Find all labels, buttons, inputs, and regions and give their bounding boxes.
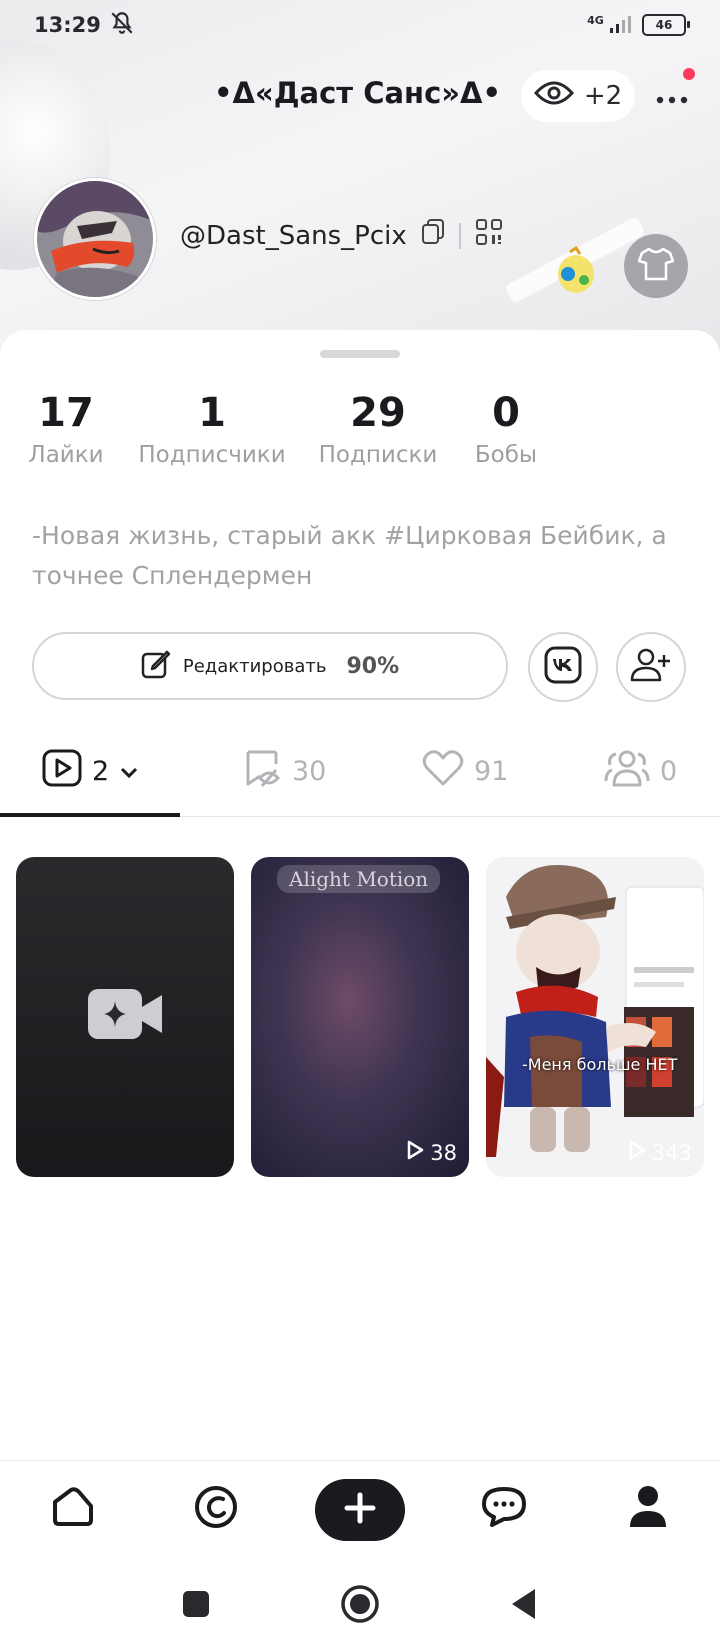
copy-icon[interactable]	[421, 219, 445, 252]
video-thumbnail	[486, 865, 704, 1157]
profile-nickname: •Δ«Даст Санс»Δ•	[214, 76, 501, 110]
more-dots-icon	[656, 89, 688, 108]
nav-messages[interactable]	[474, 1479, 534, 1539]
profile-top-bar: •Δ«Даст Санс»Δ• +2	[0, 66, 720, 126]
back-triangle-icon	[509, 1587, 539, 1625]
stat-followers[interactable]: 1 Подписчики	[138, 390, 285, 468]
play-count-value: 343	[651, 1140, 692, 1165]
tab-count: 0	[660, 755, 678, 787]
add-user-icon	[630, 647, 672, 687]
profile-handle: @Dast_Sans_Pcix	[180, 220, 407, 251]
battery-icon: 46	[642, 14, 690, 36]
back-button[interactable]	[502, 1584, 546, 1628]
qr-code-icon[interactable]	[475, 218, 503, 253]
stat-following[interactable]: 29 Подписки	[319, 390, 438, 468]
stat-likes[interactable]: 17 Лайки	[28, 390, 103, 468]
nav-profile[interactable]	[618, 1479, 678, 1539]
profile-sheet: 17 Лайки 1 Подписчики 29 Подписки 0 Бобы…	[0, 330, 720, 1460]
video-caption: -Меня больше НЕТ	[522, 1055, 678, 1074]
tab-count: 30	[292, 755, 327, 787]
profile-bio: -Новая жизнь, старый акк #Цирковая Бейби…	[32, 521, 667, 590]
edit-icon	[141, 649, 171, 684]
create-plus-icon	[343, 1491, 377, 1529]
home-system-button[interactable]	[338, 1584, 382, 1628]
stat-value: 17	[38, 390, 94, 436]
outfit-button[interactable]	[624, 234, 688, 298]
battery-level: 46	[655, 18, 673, 32]
play-icon	[628, 1140, 646, 1165]
recents-button[interactable]	[174, 1584, 218, 1628]
home-icon	[49, 1486, 95, 1532]
tab-saved[interactable]: 30	[242, 726, 326, 816]
vk-icon	[544, 646, 582, 688]
views-button[interactable]: +2	[521, 70, 635, 122]
circle-home-icon	[340, 1584, 380, 1628]
edit-label: Редактировать	[182, 655, 327, 677]
chevron-down-icon	[119, 756, 139, 787]
stat-value: 0	[492, 390, 520, 436]
stat-label: Бобы	[474, 442, 538, 468]
play-count: 343	[628, 1140, 692, 1165]
square-icon	[181, 1589, 211, 1623]
tab-collabs[interactable]: 0	[604, 726, 677, 816]
stat-value: 29	[350, 390, 406, 436]
tab-liked[interactable]: 91	[422, 726, 508, 816]
more-options-button[interactable]	[650, 76, 694, 120]
profile-completion: 90%	[346, 653, 400, 679]
system-navigation-bar	[0, 1560, 720, 1650]
play-count: 38	[406, 1140, 457, 1165]
nav-discover[interactable]	[186, 1479, 246, 1539]
shirt-icon	[637, 247, 675, 285]
active-tab-indicator	[0, 813, 180, 817]
video-watermark: Alight Motion	[277, 865, 441, 893]
nav-home[interactable]	[42, 1479, 102, 1539]
stat-value: 1	[198, 390, 226, 436]
stat-beans[interactable]: 0 Бобы	[475, 390, 537, 468]
heart-icon	[422, 749, 464, 794]
bottom-navigation	[0, 1460, 720, 1561]
notification-dot	[683, 68, 695, 80]
signal-icon: 4G	[587, 14, 632, 37]
status-time: 13:29	[34, 13, 101, 37]
views-count: +2	[583, 81, 623, 111]
discover-icon	[193, 1484, 239, 1534]
create-button[interactable]	[315, 1479, 405, 1541]
play-count-value: 38	[430, 1140, 457, 1165]
avatar[interactable]	[34, 178, 156, 300]
stat-label: Лайки	[28, 442, 104, 468]
profile-handle-row: @Dast_Sans_Pcix	[180, 218, 503, 253]
content-tabs: 2 30 91 0	[0, 726, 720, 817]
stat-label: Подписки	[318, 442, 438, 468]
video-placeholder-tile[interactable]	[16, 857, 234, 1177]
bookmark-hidden-icon	[242, 748, 282, 795]
tab-count: 91	[474, 755, 509, 787]
people-icon	[604, 748, 650, 795]
stat-label: Подписчики	[138, 442, 286, 468]
tab-count: 2	[92, 755, 110, 787]
messages-icon	[480, 1485, 528, 1533]
video-tile[interactable]: -Меня больше НЕТ 343	[486, 857, 704, 1177]
video-grid: Alight Motion 38 -Меня больше НЕТ 343	[16, 857, 704, 1177]
add-friend-button[interactable]	[616, 632, 686, 702]
edit-profile-button[interactable]: Редактировать 90%	[32, 632, 508, 700]
network-type: 4G	[587, 13, 604, 27]
eye-icon	[533, 79, 574, 114]
egg-pet-icon[interactable]	[554, 245, 598, 294]
tab-videos[interactable]: 2	[42, 726, 139, 816]
divider	[458, 222, 461, 249]
vk-link-button[interactable]	[528, 632, 598, 702]
video-tile[interactable]: Alight Motion 38	[251, 857, 469, 1177]
play-square-icon	[42, 749, 82, 794]
profile-icon	[628, 1485, 668, 1533]
sheet-drag-handle[interactable]	[320, 350, 400, 358]
status-bar: 13:29 4G 46	[34, 10, 690, 41]
video-camera-sparkle-icon	[88, 987, 162, 1045]
mute-icon	[109, 10, 135, 41]
play-icon	[406, 1140, 424, 1165]
